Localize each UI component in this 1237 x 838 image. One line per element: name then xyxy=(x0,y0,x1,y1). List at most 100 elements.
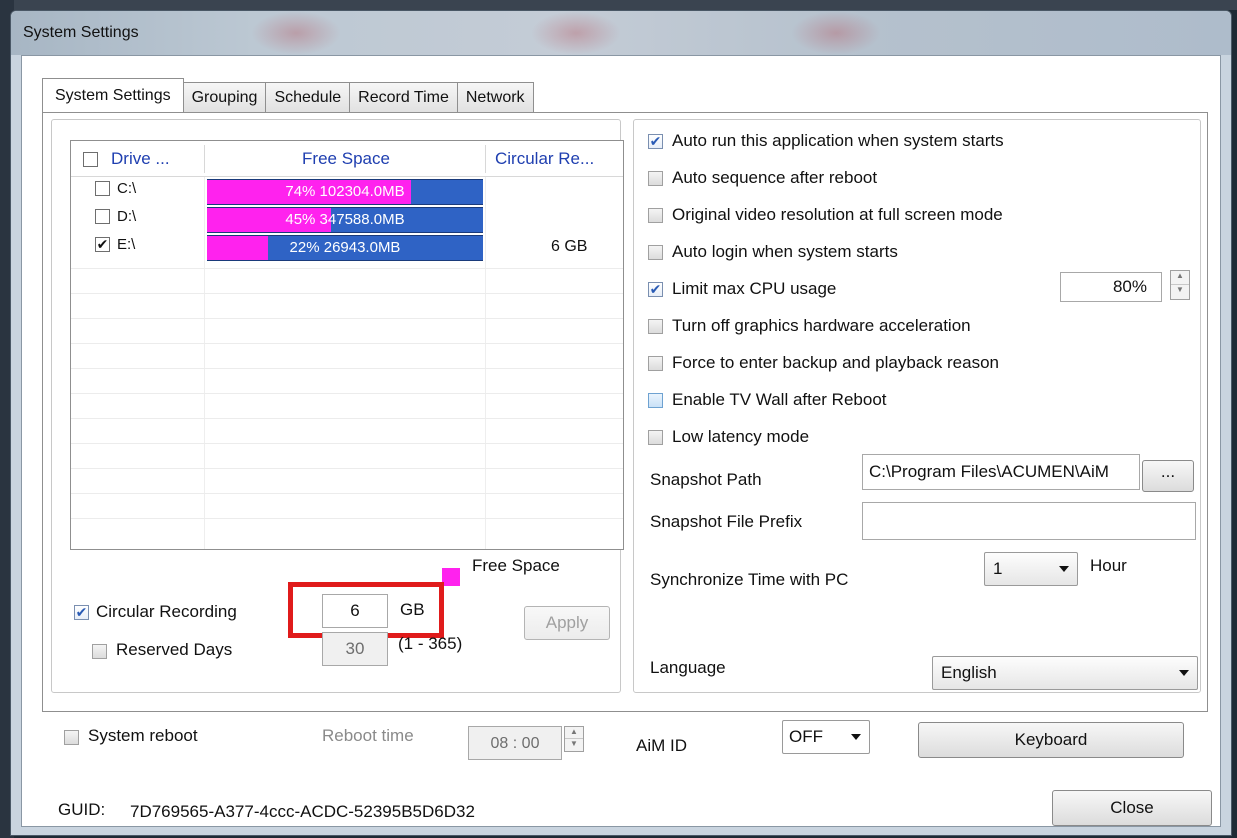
snapshot-prefix-label: Snapshot File Prefix xyxy=(650,512,803,531)
drive-d-free-space-bar: 45% 347588.0MB xyxy=(207,207,483,233)
cpu-limit-input[interactable]: 80% xyxy=(1060,272,1162,302)
circular-recording-checkbox[interactable]: ✔ xyxy=(74,605,89,620)
language-select[interactable]: English xyxy=(932,656,1198,690)
select-all-drives-checkbox[interactable] xyxy=(83,152,98,167)
reboot-time-input[interactable]: 08 : 00 xyxy=(468,726,562,760)
drive-c-free-space-bar: 74% 102304.0MB xyxy=(207,179,483,205)
drive-d-checkbox[interactable] xyxy=(95,209,110,224)
drive-c-free-space-text: 74% 102304.0MB xyxy=(285,183,405,200)
storage-panel: Drive ... Free Space Circular Re... C:\ … xyxy=(51,119,624,693)
system-reboot-checkbox[interactable] xyxy=(64,730,79,745)
spin-up-icon[interactable]: ▲ xyxy=(565,727,583,739)
spin-down-icon[interactable]: ▼ xyxy=(565,739,583,751)
aim-id-value: OFF xyxy=(789,727,823,746)
options-panel: ✔ Auto run this application when system … xyxy=(633,119,1201,693)
system-reboot-label: System reboot xyxy=(88,726,198,745)
column-divider[interactable] xyxy=(485,145,486,173)
guid-label: GUID: xyxy=(58,800,106,819)
drive-list[interactable]: Drive ... Free Space Circular Re... C:\ … xyxy=(70,140,624,550)
limit-cpu-checkbox[interactable]: ✔ xyxy=(648,282,663,297)
desktop-background-top xyxy=(0,0,1237,10)
original-resolution-label: Original video resolution at full screen… xyxy=(672,205,1003,224)
auto-login-checkbox[interactable] xyxy=(648,245,663,260)
column-divider[interactable] xyxy=(204,145,205,173)
drive-c-checkbox[interactable] xyxy=(95,181,110,196)
tab-grouping[interactable]: Grouping xyxy=(182,82,267,112)
spin-down-icon[interactable]: ▼ xyxy=(1171,285,1189,299)
grid-line xyxy=(71,293,623,294)
language-label: Language xyxy=(650,658,726,677)
grid-line xyxy=(71,493,623,494)
chevron-down-icon xyxy=(1179,670,1189,676)
title-bar-decoration xyxy=(791,11,881,55)
sync-time-select[interactable]: 1 xyxy=(984,552,1078,586)
sync-time-value: 1 xyxy=(993,559,1003,578)
tab-strip: System Settings Grouping Schedule Record… xyxy=(42,78,534,112)
tab-system-settings[interactable]: System Settings xyxy=(42,78,184,112)
graphics-acceleration-checkbox[interactable] xyxy=(648,319,663,334)
tv-wall-checkbox[interactable] xyxy=(648,393,663,408)
low-latency-checkbox[interactable] xyxy=(648,430,663,445)
auto-run-checkbox[interactable]: ✔ xyxy=(648,134,663,149)
guid-value: 7D769565-A377-4ccc-ACDC-52395B5D6D32 xyxy=(130,802,475,821)
drive-d-label: D:\ xyxy=(117,208,137,225)
grid-line xyxy=(71,418,623,419)
grid-line xyxy=(71,343,623,344)
column-header-free-space[interactable]: Free Space xyxy=(207,141,485,177)
grid-line xyxy=(71,468,623,469)
browse-button[interactable]: ... xyxy=(1142,460,1194,492)
snapshot-path-input[interactable]: C:\Program Files\ACUMEN\AiM xyxy=(862,454,1140,490)
grid-line xyxy=(71,268,623,269)
keyboard-button[interactable]: Keyboard xyxy=(918,722,1184,758)
grid-line xyxy=(71,518,623,519)
drive-e-circular-size: 6 GB xyxy=(551,238,588,255)
aim-id-label: AiM ID xyxy=(636,736,687,755)
sync-time-label: Synchronize Time with PC xyxy=(650,570,849,589)
circular-recording-label: Circular Recording xyxy=(96,602,237,621)
tv-wall-label: Enable TV Wall after Reboot xyxy=(672,390,887,409)
drive-list-header: Drive ... Free Space Circular Re... xyxy=(71,141,623,177)
limit-cpu-label: Limit max CPU usage xyxy=(672,279,837,298)
low-latency-label: Low latency mode xyxy=(672,427,810,446)
grid-line xyxy=(71,368,623,369)
sync-time-unit: Hour xyxy=(1090,556,1127,575)
grid-line xyxy=(71,393,623,394)
reserved-days-input[interactable]: 30 xyxy=(322,632,388,666)
reboot-time-label: Reboot time xyxy=(322,726,414,745)
cpu-limit-spinner[interactable]: ▲ ▼ xyxy=(1170,270,1190,300)
title-bar[interactable]: System Settings xyxy=(11,11,1231,55)
drive-c-label: C:\ xyxy=(117,180,137,197)
drive-e-free-space-bar: 22% 26943.0MB xyxy=(207,235,483,261)
snapshot-prefix-input[interactable] xyxy=(862,502,1196,540)
window-title: System Settings xyxy=(23,24,139,41)
language-value: English xyxy=(941,663,997,682)
auto-sequence-checkbox[interactable] xyxy=(648,171,663,186)
tab-network[interactable]: Network xyxy=(456,82,534,112)
reserved-days-range: (1 - 365) xyxy=(398,634,463,653)
spin-up-icon[interactable]: ▲ xyxy=(1171,271,1189,285)
auto-sequence-label: Auto sequence after reboot xyxy=(672,168,878,187)
tab-schedule[interactable]: Schedule xyxy=(265,82,351,112)
graphics-acceleration-label: Turn off graphics hardware acceleration xyxy=(672,316,971,335)
apply-button[interactable]: Apply xyxy=(524,606,610,640)
auto-run-label: Auto run this application when system st… xyxy=(672,131,1004,150)
original-resolution-checkbox[interactable] xyxy=(648,208,663,223)
chevron-down-icon xyxy=(851,734,861,740)
backup-reason-label: Force to enter backup and playback reaso… xyxy=(672,353,999,372)
column-header-circular-recording[interactable]: Circular Re... xyxy=(495,141,594,177)
drive-e-checkbox[interactable]: ✔ xyxy=(95,237,110,252)
backup-reason-checkbox[interactable] xyxy=(648,356,663,371)
reboot-time-spinner[interactable]: ▲ ▼ xyxy=(564,726,584,752)
drive-e-free-space-text: 22% 26943.0MB xyxy=(289,239,401,256)
reserved-days-label: Reserved Days xyxy=(116,640,233,659)
close-button[interactable]: Close xyxy=(1052,790,1212,826)
tab-record-time[interactable]: Record Time xyxy=(349,82,458,112)
column-header-drive[interactable]: Drive ... xyxy=(111,141,170,177)
grid-line xyxy=(71,443,623,444)
drive-d-free-space-text: 45% 347588.0MB xyxy=(285,211,405,228)
free-space-legend-label: Free Space xyxy=(472,556,560,575)
reserved-days-checkbox[interactable] xyxy=(92,644,107,659)
title-bar-decoration xyxy=(531,11,621,55)
aim-id-select[interactable]: OFF xyxy=(782,720,870,754)
system-settings-window: System Settings System Settings Grouping… xyxy=(10,10,1232,836)
